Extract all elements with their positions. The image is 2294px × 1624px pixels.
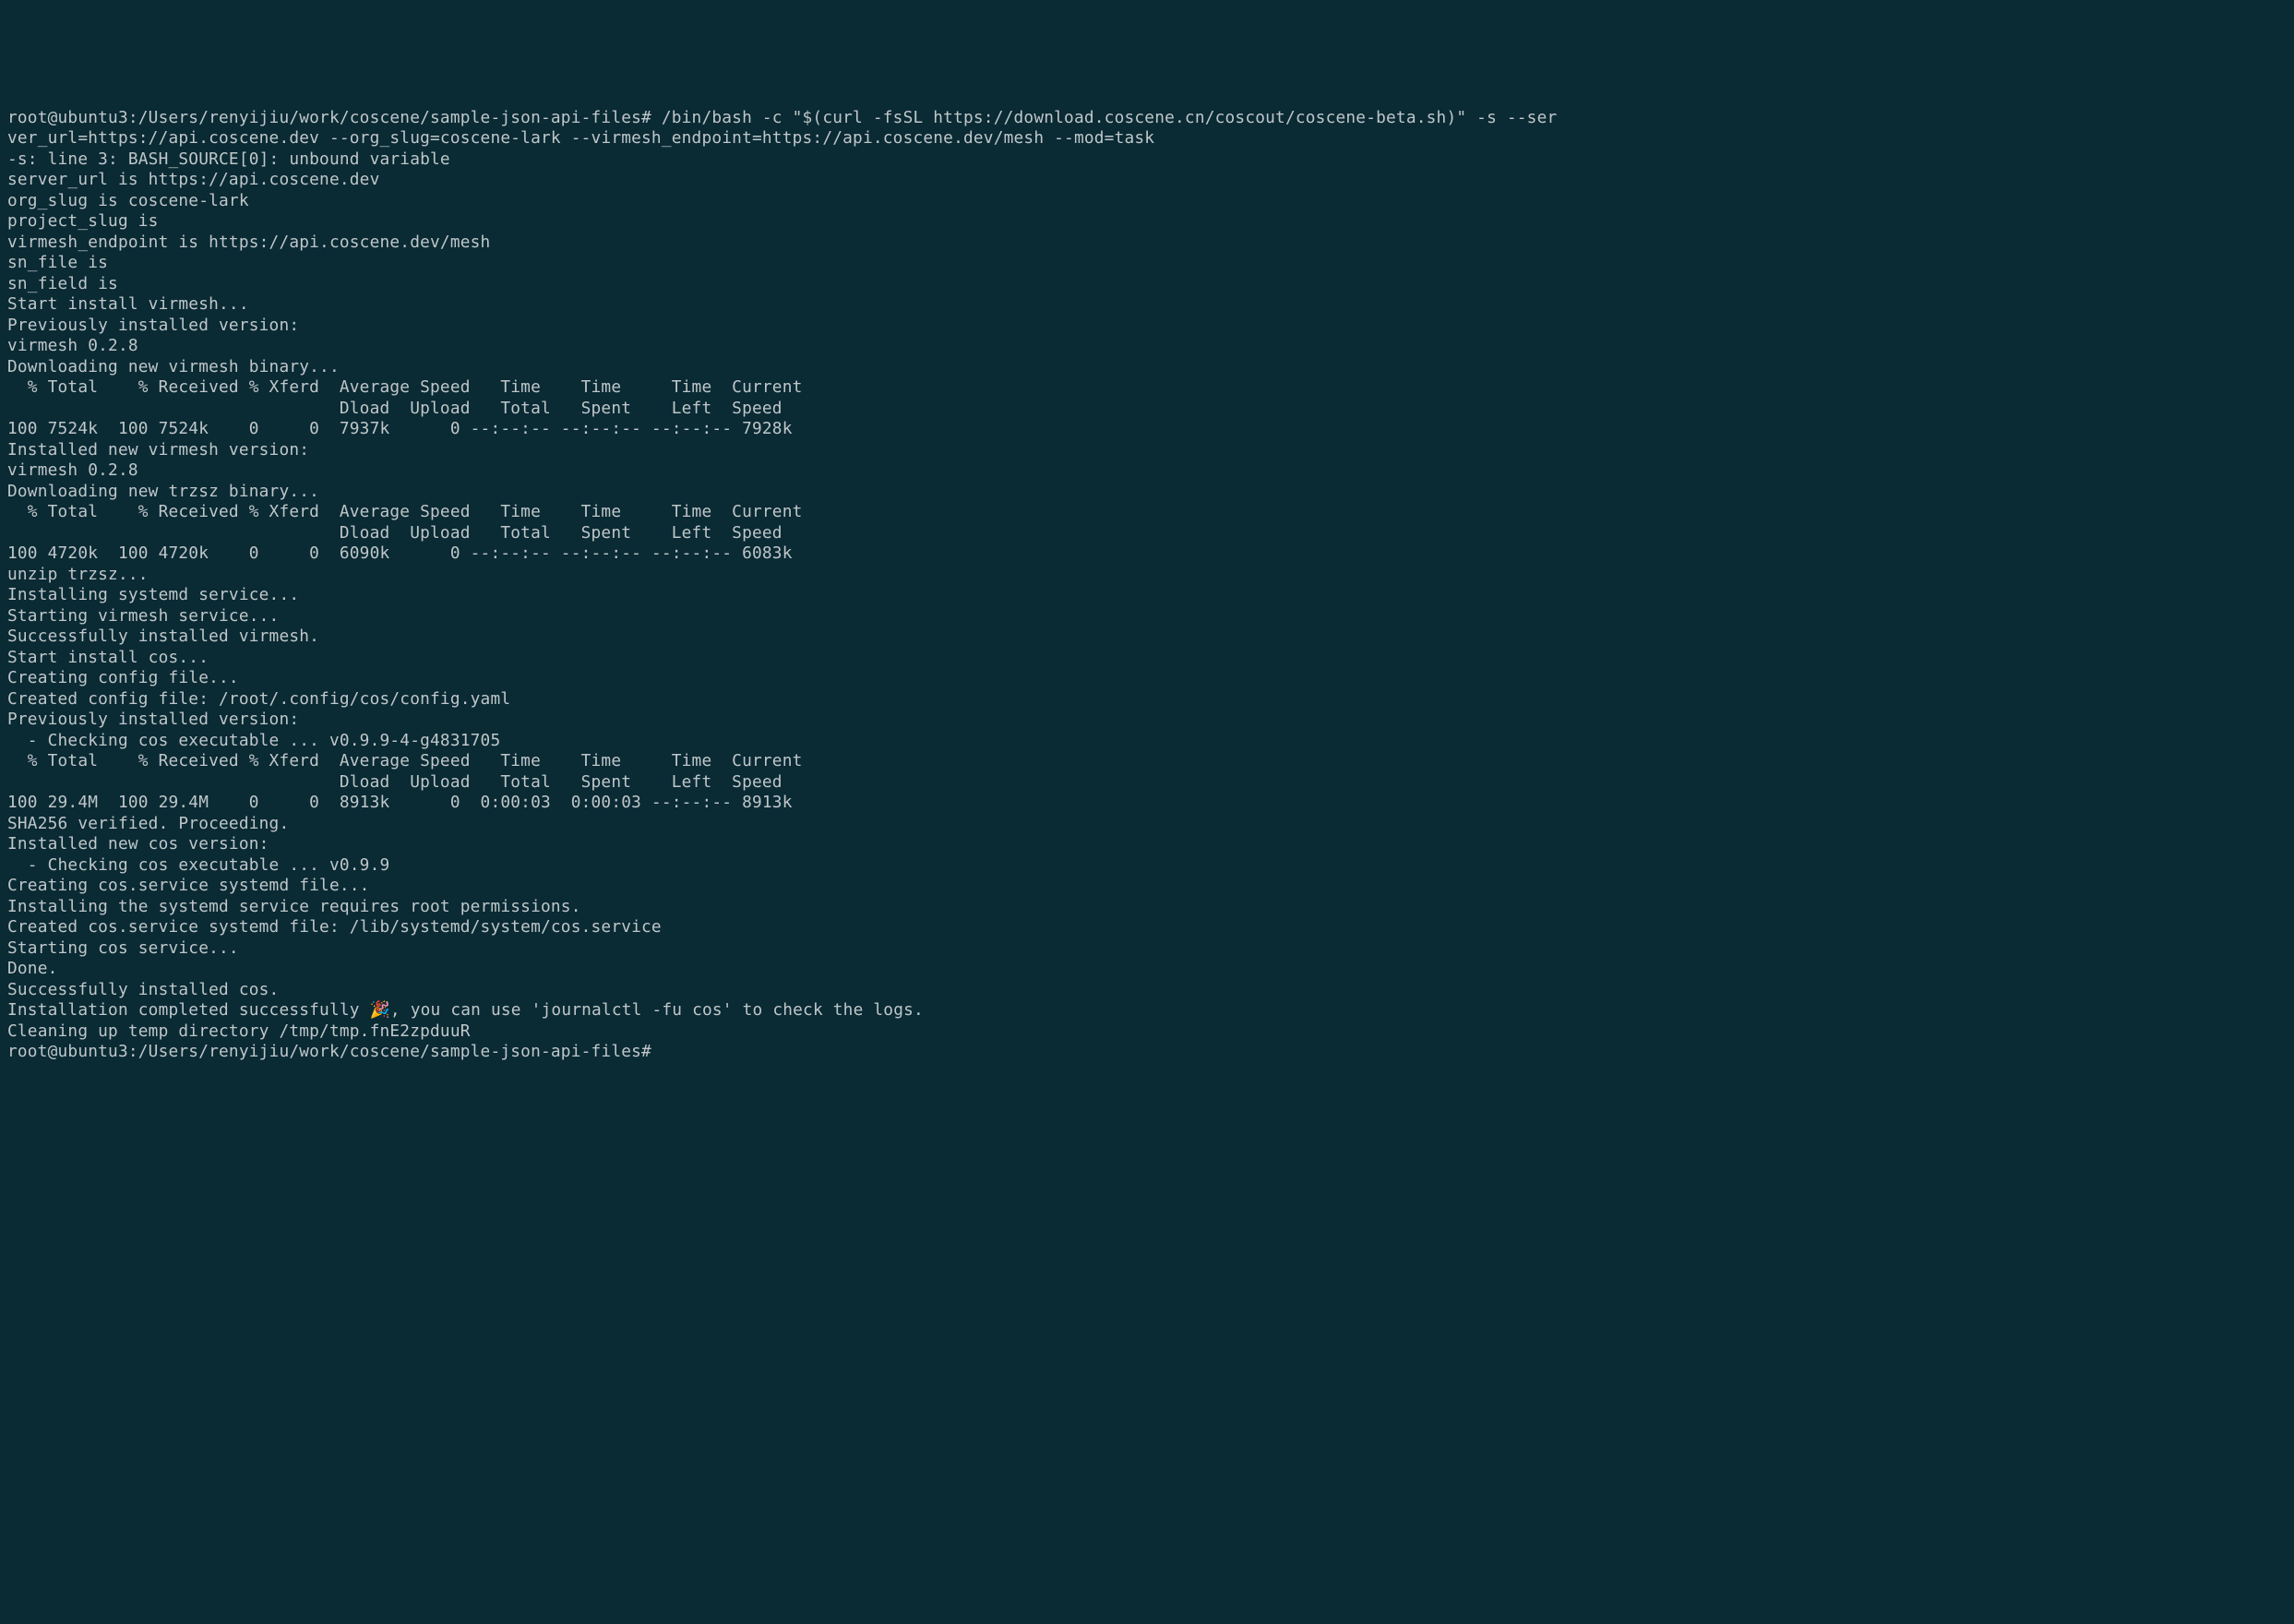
terminal-line: Cleaning up temp directory /tmp/tmp.fnE2…	[7, 1021, 2287, 1043]
terminal-line: Dload Upload Total Spent Left Speed	[7, 399, 2287, 420]
terminal-line: Installed new cos version:	[7, 834, 2287, 855]
terminal-line: Created config file: /root/.config/cos/c…	[7, 689, 2287, 710]
terminal-line: virmesh 0.2.8	[7, 460, 2287, 482]
terminal-line: 100 29.4M 100 29.4M 0 0 8913k 0 0:00:03 …	[7, 793, 2287, 814]
terminal-line: % Total % Received % Xferd Average Speed…	[7, 377, 2287, 399]
terminal-line: ver_url=https://api.coscene.dev --org_sl…	[7, 128, 2287, 149]
terminal-line: project_slug is	[7, 211, 2287, 233]
terminal-line: server_url is https://api.coscene.dev	[7, 170, 2287, 191]
terminal-output[interactable]: root@ubuntu3:/Users/renyijiu/work/coscen…	[0, 104, 2294, 1070]
terminal-line: sn_field is	[7, 274, 2287, 295]
terminal-line: Installation completed successfully 🎉, y…	[7, 1000, 2287, 1021]
terminal-line: Starting cos service...	[7, 938, 2287, 960]
terminal-line: Dload Upload Total Spent Left Speed	[7, 772, 2287, 794]
terminal-line: unzip trzsz...	[7, 565, 2287, 586]
terminal-line: Dload Upload Total Spent Left Speed	[7, 523, 2287, 544]
terminal-line: Installing the systemd service requires …	[7, 897, 2287, 918]
terminal-line: root@ubuntu3:/Users/renyijiu/work/coscen…	[7, 108, 2287, 129]
terminal-line: Successfully installed virmesh.	[7, 627, 2287, 648]
terminal-line: Start install virmesh...	[7, 294, 2287, 316]
terminal-line: Created cos.service systemd file: /lib/s…	[7, 917, 2287, 938]
terminal-line: virmesh 0.2.8	[7, 336, 2287, 357]
terminal-line: virmesh_endpoint is https://api.coscene.…	[7, 233, 2287, 254]
terminal-line: org_slug is coscene-lark	[7, 191, 2287, 212]
terminal-line: Downloading new virmesh binary...	[7, 357, 2287, 378]
terminal-line: Installed new virmesh version:	[7, 440, 2287, 461]
terminal-line: Previously installed version:	[7, 710, 2287, 731]
terminal-line: Done.	[7, 959, 2287, 980]
terminal-line: % Total % Received % Xferd Average Speed…	[7, 502, 2287, 523]
terminal-line: Start install cos...	[7, 648, 2287, 669]
terminal-line: % Total % Received % Xferd Average Speed…	[7, 751, 2287, 772]
terminal-line: sn_file is	[7, 253, 2287, 274]
terminal-line: Installing systemd service...	[7, 585, 2287, 606]
terminal-line: 100 7524k 100 7524k 0 0 7937k 0 --:--:--…	[7, 419, 2287, 440]
terminal-line: 100 4720k 100 4720k 0 0 6090k 0 --:--:--…	[7, 543, 2287, 565]
terminal-line: Downloading new trzsz binary...	[7, 482, 2287, 503]
terminal-line: Starting virmesh service...	[7, 606, 2287, 627]
terminal-line: - Checking cos executable ... v0.9.9-4-g…	[7, 731, 2287, 752]
terminal-line: - Checking cos executable ... v0.9.9	[7, 855, 2287, 877]
terminal-line: Previously installed version:	[7, 316, 2287, 337]
terminal-line: -s: line 3: BASH_SOURCE[0]: unbound vari…	[7, 149, 2287, 171]
terminal-line: Successfully installed cos.	[7, 980, 2287, 1001]
terminal-line: root@ubuntu3:/Users/renyijiu/work/coscen…	[7, 1042, 2287, 1063]
terminal-line: Creating cos.service systemd file...	[7, 876, 2287, 897]
terminal-line: Creating config file...	[7, 668, 2287, 689]
terminal-line: SHA256 verified. Proceeding.	[7, 814, 2287, 835]
